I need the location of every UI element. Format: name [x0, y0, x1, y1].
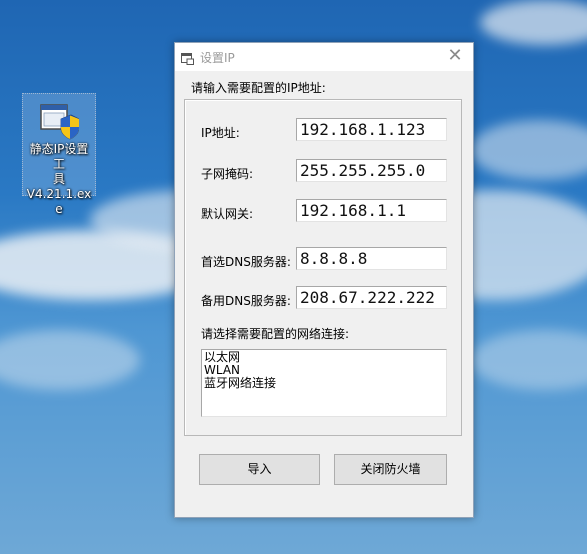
desktop-shortcut-static-ip-tool[interactable]: 静态IP设置工 具 V4.21.1.exe — [22, 93, 96, 216]
desktop-shortcut-label: 静态IP设置工 具 V4.21.1.exe — [23, 142, 95, 217]
preferred-dns-label: 首选DNS服务器: — [201, 255, 291, 269]
window-title: 设置IP — [200, 51, 235, 65]
list-item[interactable]: 以太网 — [204, 351, 444, 364]
ip-address-input[interactable]: 192.168.1.123 — [296, 118, 447, 141]
preferred-dns-input[interactable]: 8.8.8.8 — [296, 247, 447, 270]
ip-address-label: IP地址: — [201, 126, 240, 140]
alternate-dns-input[interactable]: 208.67.222.222 — [296, 286, 447, 309]
title-bar[interactable]: 设置IP ✕ — [175, 43, 473, 71]
window-app-icon — [181, 50, 194, 65]
close-icon[interactable]: ✕ — [443, 45, 467, 67]
import-button[interactable]: 导入 — [199, 454, 320, 485]
default-gateway-input[interactable]: 192.168.1.1 — [296, 199, 447, 222]
desktop: 静态IP设置工 具 V4.21.1.exe 设置IP ✕ 请输入需要配置的IP地… — [0, 0, 587, 554]
connection-prompt-label: 请选择需要配置的网络连接: — [201, 327, 350, 341]
shortcut-label-line: 静态IP设置工 — [29, 142, 89, 171]
disable-firewall-button[interactable]: 关闭防火墙 — [334, 454, 447, 485]
default-gateway-label: 默认网关: — [201, 207, 254, 221]
app-shield-icon — [39, 102, 80, 140]
shortcut-label-line: 具 — [52, 172, 65, 186]
cloud — [0, 330, 140, 390]
alternate-dns-label: 备用DNS服务器: — [201, 294, 291, 308]
cloud — [480, 0, 587, 45]
cloud — [470, 330, 587, 390]
subnet-mask-label: 子网掩码: — [201, 167, 254, 181]
ip-prompt-label: 请输入需要配置的IP地址: — [191, 81, 326, 95]
network-connection-list[interactable]: 以太网 WLAN 蓝牙网络连接 — [201, 349, 447, 417]
shortcut-label-line: V4.21.1.exe — [26, 187, 92, 216]
list-item[interactable]: 蓝牙网络连接 — [204, 377, 444, 390]
set-ip-dialog: 设置IP ✕ 请输入需要配置的IP地址: IP地址: 192.168.1.123… — [174, 42, 474, 518]
subnet-mask-input[interactable]: 255.255.255.0 — [296, 159, 447, 182]
cloud — [470, 120, 587, 180]
